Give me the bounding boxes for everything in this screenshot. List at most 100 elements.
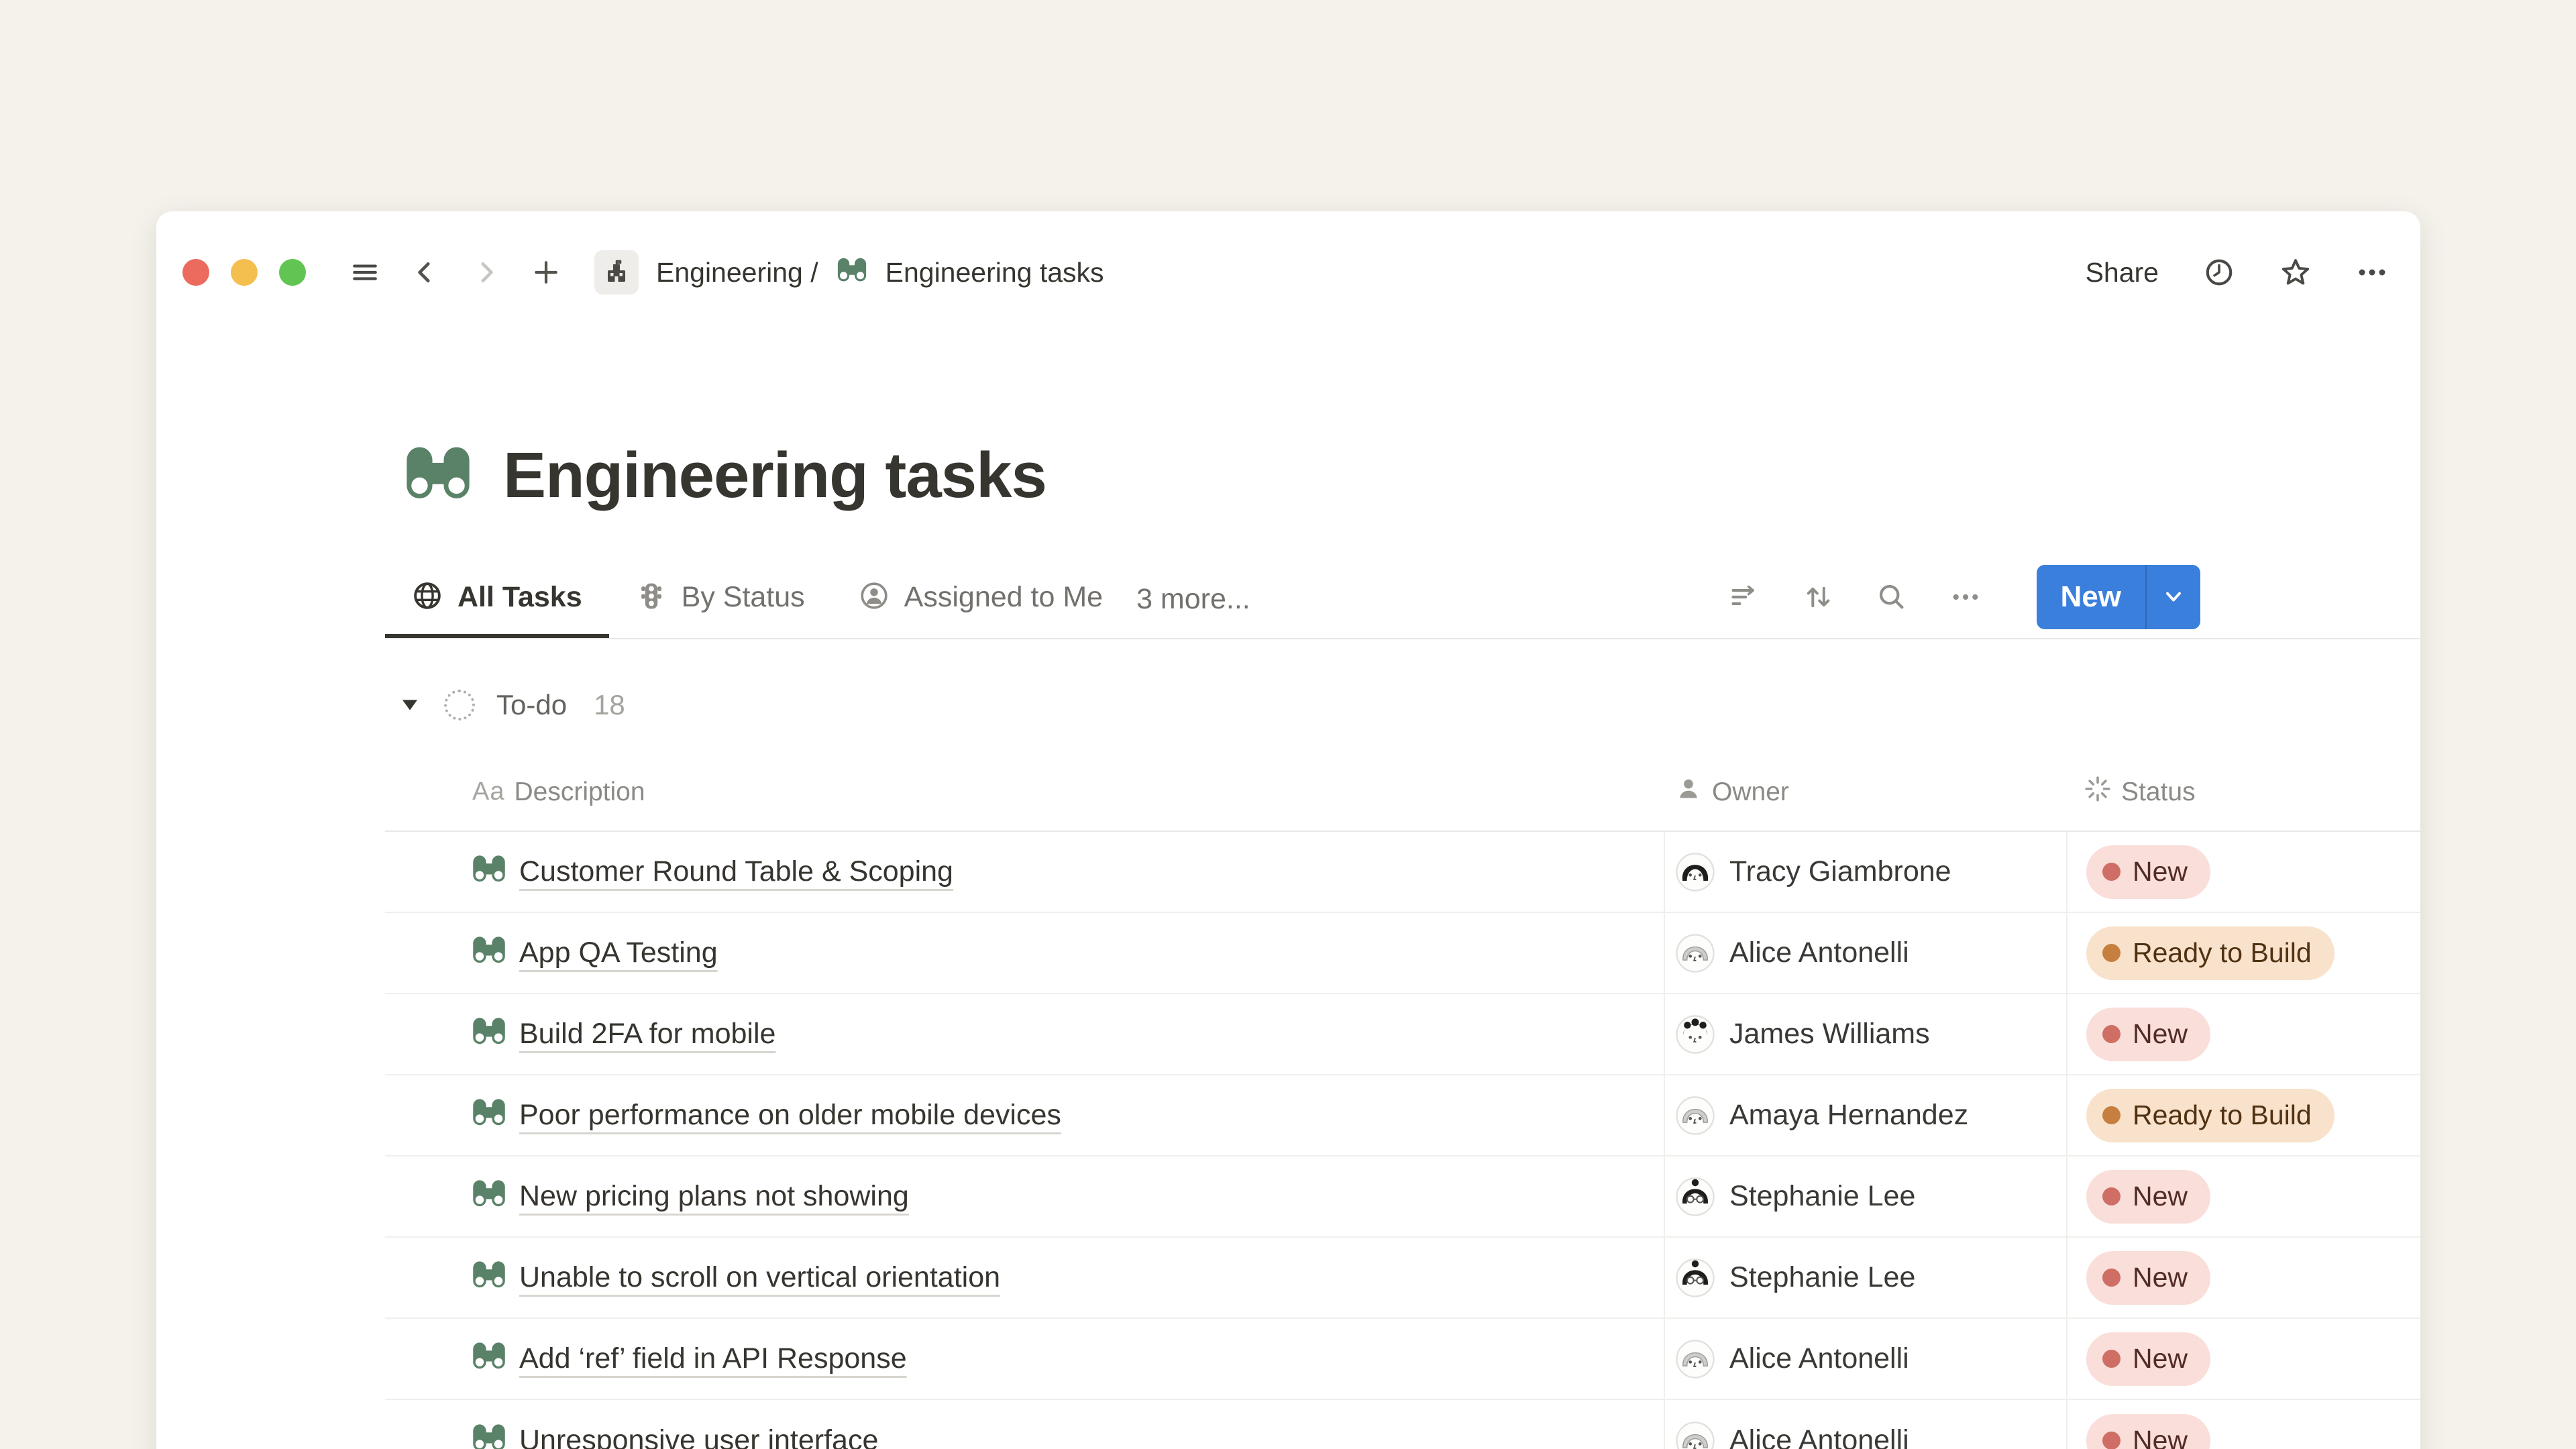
status-cell[interactable]: New — [2066, 1157, 2420, 1236]
chevron-left-icon[interactable] — [409, 256, 441, 288]
status-cell[interactable]: New — [2066, 1319, 2420, 1399]
owner-cell[interactable]: Tracy Giambrone — [1664, 832, 2066, 912]
person-circle-icon — [859, 580, 890, 614]
tab-by-status[interactable]: By Status — [609, 556, 832, 638]
column-header-status[interactable]: Status — [2066, 753, 2420, 830]
breadcrumb-page[interactable]: Engineering tasks — [885, 257, 1104, 288]
owner-cell[interactable]: Alice Antonelli — [1664, 1319, 2066, 1399]
status-label: New — [2133, 1425, 2188, 1449]
task-title-link[interactable]: Unresponsive user interface — [519, 1424, 878, 1449]
traffic-lights — [182, 259, 306, 286]
ellipsis-icon[interactable] — [1949, 581, 1982, 613]
status-cell[interactable]: Ready to Build — [2066, 1075, 2420, 1155]
status-label: Ready to Build — [2133, 937, 2312, 969]
ellipsis-icon[interactable] — [2356, 256, 2388, 288]
share-button[interactable]: Share — [2086, 257, 2159, 288]
breadcrumb-root[interactable]: Engineering / — [656, 257, 818, 288]
avatar — [1676, 934, 1715, 973]
more-views-button[interactable]: 3 more... — [1130, 556, 1267, 638]
owner-cell[interactable]: Stephanie Lee — [1664, 1157, 2066, 1236]
owner-cell[interactable]: Alice Antonelli — [1664, 913, 2066, 993]
chevron-right-icon — [470, 256, 502, 288]
description-cell: Unable to scroll on vertical orientation — [385, 1238, 1664, 1318]
search-icon[interactable] — [1876, 581, 1908, 613]
task-title-link[interactable]: Customer Round Table & Scoping — [519, 855, 953, 888]
status-badge: New — [2086, 845, 2210, 899]
view-controls: New — [1728, 556, 2200, 638]
task-title-link[interactable]: App QA Testing — [519, 936, 718, 969]
binoculars-icon — [471, 1258, 507, 1297]
minimize-window-button[interactable] — [231, 259, 258, 286]
status-cell[interactable]: Ready to Build — [2066, 913, 2420, 993]
task-title-link[interactable]: Build 2FA for mobile — [519, 1018, 775, 1051]
status-dot-icon — [2102, 1025, 2121, 1043]
app-window: Engineering / Engineering tasks Share En… — [156, 211, 2420, 1449]
task-title-link[interactable]: New pricing plans not showing — [519, 1180, 909, 1213]
tab-all-tasks[interactable]: All Tasks — [385, 556, 609, 638]
tab-assigned-to-me[interactable]: Assigned to Me — [832, 556, 1130, 638]
status-dot-icon — [2102, 944, 2121, 962]
zoom-window-button[interactable] — [279, 259, 306, 286]
avatar — [1676, 1340, 1715, 1379]
owner-name: Alice Antonelli — [1729, 1424, 1909, 1449]
avatar — [1676, 1177, 1715, 1216]
group-name[interactable]: To-do — [496, 689, 567, 721]
table-row: New pricing plans not showing Stephanie … — [385, 1157, 2420, 1238]
owner-name: Tracy Giambrone — [1729, 855, 1951, 888]
status-cell[interactable]: New — [2066, 994, 2420, 1074]
owner-cell[interactable]: Alice Antonelli — [1664, 1400, 2066, 1449]
filter-icon[interactable] — [1728, 581, 1760, 613]
star-icon[interactable] — [2279, 256, 2312, 288]
status-badge: New — [2086, 1170, 2210, 1224]
binoculars-icon — [471, 852, 507, 892]
owner-cell[interactable]: Stephanie Lee — [1664, 1238, 2066, 1318]
status-cell[interactable]: New — [2066, 832, 2420, 912]
avatar — [1676, 1421, 1715, 1449]
group-header: To-do 18 — [398, 669, 2420, 740]
status-label: New — [2133, 1343, 2188, 1375]
status-label: New — [2133, 1262, 2188, 1293]
status-label: New — [2133, 856, 2188, 888]
clock-icon[interactable] — [2203, 256, 2235, 288]
table-row: Build 2FA for mobile James Williams New — [385, 994, 2420, 1075]
column-header-description[interactable]: Aa Description — [385, 753, 1664, 830]
chevron-down-icon[interactable] — [2147, 565, 2200, 629]
owner-name: Stephanie Lee — [1729, 1261, 1915, 1294]
description-cell: Build 2FA for mobile — [385, 994, 1664, 1074]
owner-name: Alice Antonelli — [1729, 1342, 1909, 1375]
view-tabs: All Tasks By Status Assigned to Me — [385, 556, 1130, 638]
status-label: New — [2133, 1181, 2188, 1212]
status-dot-icon — [2102, 863, 2121, 881]
hamburger-menu-icon[interactable] — [349, 256, 381, 288]
view-bar: All Tasks By Status Assigned to Me 3 mor… — [385, 556, 2420, 639]
owner-name: Amaya Hernandez — [1729, 1099, 1968, 1132]
column-header-owner[interactable]: Owner — [1664, 753, 2066, 830]
tasks-table: Aa Description Owner Status Customer Rou… — [385, 753, 2420, 1449]
task-title-link[interactable]: Unable to scroll on vertical orientation — [519, 1261, 1000, 1294]
collapse-group-icon[interactable] — [398, 694, 421, 716]
status-dot-icon — [2102, 1432, 2121, 1449]
topbar-actions: Share — [2086, 256, 2388, 288]
new-button[interactable]: New — [2037, 565, 2145, 629]
status-dot-icon — [2102, 1269, 2121, 1287]
sort-icon[interactable] — [1802, 581, 1834, 613]
close-window-button[interactable] — [182, 259, 209, 286]
desktop-background: Engineering / Engineering tasks Share En… — [0, 0, 2576, 1449]
breadcrumb: Engineering / Engineering tasks — [594, 250, 1104, 294]
table-row: App QA Testing Alice Antonelli Ready to … — [385, 913, 2420, 994]
binoculars-icon — [471, 1339, 507, 1379]
task-title-link[interactable]: Poor performance on older mobile devices — [519, 1099, 1061, 1132]
status-badge: Ready to Build — [2086, 926, 2334, 980]
owner-cell[interactable]: Amaya Hernandez — [1664, 1075, 2066, 1155]
status-badge: New — [2086, 1414, 2210, 1449]
owner-cell[interactable]: James Williams — [1664, 994, 2066, 1074]
globe-icon — [412, 580, 443, 614]
binoculars-icon[interactable] — [402, 440, 474, 511]
building-icon[interactable] — [594, 250, 639, 294]
text-property-icon: Aa — [472, 777, 504, 806]
spinner-icon — [2084, 775, 2112, 810]
plus-icon[interactable] — [530, 256, 562, 288]
status-cell[interactable]: New — [2066, 1400, 2420, 1449]
task-title-link[interactable]: Add ‘ref’ field in API Response — [519, 1342, 907, 1375]
status-cell[interactable]: New — [2066, 1238, 2420, 1318]
